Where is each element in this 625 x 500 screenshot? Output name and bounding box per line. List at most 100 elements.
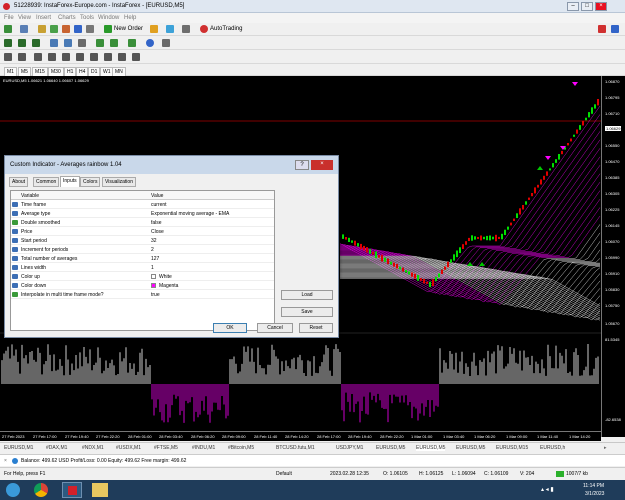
- search-icon[interactable]: [598, 25, 606, 33]
- chart-tab[interactable]: BTCUSD.futu,M1: [276, 445, 315, 451]
- input-value[interactable]: 32: [151, 238, 157, 244]
- menu-insert[interactable]: Insert: [36, 15, 51, 21]
- bar-chart-icon[interactable]: [4, 39, 12, 47]
- chart-tab[interactable]: #Bitcoin,M5: [228, 445, 254, 451]
- chart-tab[interactable]: EURUSD,M1: [4, 445, 33, 451]
- menu-help[interactable]: Help: [124, 15, 136, 21]
- input-row[interactable]: Average type Exponential moving average …: [11, 210, 274, 218]
- navigator-icon[interactable]: [62, 25, 70, 33]
- chart-tab[interactable]: EURUSD,h: [540, 445, 600, 451]
- chart-tab[interactable]: #INDU,M1: [192, 445, 215, 451]
- market-watch-icon[interactable]: [38, 25, 46, 33]
- zoom-in-icon[interactable]: [50, 39, 58, 47]
- input-row[interactable]: Double smoothed false: [11, 219, 274, 227]
- text-icon[interactable]: [104, 53, 112, 61]
- maximize-button[interactable]: □: [581, 2, 593, 11]
- crosshair-icon[interactable]: [18, 53, 26, 61]
- profiles-icon[interactable]: [20, 25, 28, 33]
- menu-tools[interactable]: Tools: [80, 15, 94, 21]
- input-value[interactable]: current: [151, 202, 167, 208]
- tab-common[interactable]: Common: [33, 177, 60, 187]
- signals-icon[interactable]: [166, 25, 174, 33]
- market-icon[interactable]: [182, 25, 190, 33]
- candlestick-icon[interactable]: [18, 39, 26, 47]
- cancel-button[interactable]: Cancel: [257, 323, 293, 333]
- chart-tab[interactable]: #DAX,M1: [46, 445, 67, 451]
- tabs-scroll-right-icon[interactable]: ▸: [604, 445, 607, 451]
- chart-tab-active[interactable]: EURUSD,M5: [416, 445, 446, 451]
- terminal-icon[interactable]: [74, 25, 82, 33]
- input-row[interactable]: Color up White: [11, 273, 274, 281]
- input-value[interactable]: 127: [151, 256, 159, 262]
- load-button[interactable]: Load: [281, 290, 333, 300]
- arrows-icon[interactable]: [132, 53, 140, 61]
- new-order-button[interactable]: New Order: [114, 26, 143, 32]
- indicators-icon[interactable]: [128, 39, 136, 47]
- input-row[interactable]: Start period 32: [11, 237, 274, 245]
- ok-button[interactable]: OK: [213, 323, 247, 333]
- tab-colors[interactable]: Colors: [80, 177, 101, 187]
- chrome-icon[interactable]: [34, 483, 48, 497]
- chart-tab[interactable]: EURUSD,M5: [456, 445, 485, 451]
- label-icon[interactable]: [118, 53, 126, 61]
- profile-name[interactable]: Default: [276, 471, 292, 477]
- start-icon[interactable]: [6, 483, 20, 497]
- menu-charts[interactable]: Charts: [58, 15, 76, 21]
- vertical-line-icon[interactable]: [34, 53, 42, 61]
- zoom-out-icon[interactable]: [64, 39, 72, 47]
- help-button[interactable]: ?: [295, 160, 309, 170]
- channel-icon[interactable]: [76, 53, 84, 61]
- new-chart-icon[interactable]: [4, 25, 12, 33]
- tab-inputs[interactable]: Inputs: [60, 176, 80, 187]
- input-row[interactable]: Increment for periods 2: [11, 246, 274, 254]
- line-chart-icon[interactable]: [32, 39, 40, 47]
- cursor-icon[interactable]: [4, 53, 12, 61]
- horizontal-line-icon[interactable]: [48, 53, 56, 61]
- chart-tab[interactable]: EURUSD,M15: [496, 445, 528, 451]
- periods-icon[interactable]: [146, 39, 154, 47]
- chart-tab[interactable]: #FTSE,M5: [154, 445, 178, 451]
- tray-icons[interactable]: ▴ ◂ ▮: [541, 486, 554, 493]
- metaeditor-icon[interactable]: [150, 25, 158, 33]
- color-down-swatch[interactable]: [151, 283, 156, 288]
- new-order-icon[interactable]: [104, 25, 112, 33]
- color-up-swatch[interactable]: [151, 274, 156, 279]
- input-row[interactable]: Total number of averages 127: [11, 255, 274, 263]
- chart-tab[interactable]: #NDX,M1: [82, 445, 104, 451]
- fibonacci-icon[interactable]: [90, 53, 98, 61]
- file-explorer-icon[interactable]: [92, 483, 108, 497]
- menu-file[interactable]: File: [4, 15, 14, 21]
- input-value[interactable]: true: [151, 292, 160, 298]
- input-value[interactable]: White: [159, 274, 172, 280]
- templates-icon[interactable]: [162, 39, 170, 47]
- input-value[interactable]: Magenta: [159, 283, 178, 289]
- menu-window[interactable]: Window: [98, 15, 119, 21]
- collapse-icon[interactable]: ×: [4, 458, 7, 464]
- input-value[interactable]: 1: [151, 265, 154, 271]
- chart-tab[interactable]: #USDX,M1: [116, 445, 141, 451]
- tab-visualization[interactable]: Visualization: [102, 177, 136, 187]
- chart-tab[interactable]: USDJPY,M1: [336, 445, 363, 451]
- input-value[interactable]: false: [151, 220, 162, 226]
- reset-button[interactable]: Reset: [299, 323, 333, 333]
- close-button[interactable]: ×: [595, 2, 607, 11]
- input-row[interactable]: Lines width 1: [11, 264, 274, 272]
- chart-tab[interactable]: EURUSD,M5: [376, 445, 405, 451]
- tab-about[interactable]: About: [9, 177, 29, 187]
- chart-shift-icon[interactable]: [110, 39, 118, 47]
- autotrading-button[interactable]: AutoTrading: [210, 26, 242, 32]
- tile-windows-icon[interactable]: [78, 39, 86, 47]
- input-row[interactable]: Time frame current: [11, 201, 274, 209]
- data-window-icon[interactable]: [50, 25, 58, 33]
- autoscroll-icon[interactable]: [96, 39, 104, 47]
- dialog-close-button[interactable]: ×: [311, 160, 333, 170]
- help-icon[interactable]: [611, 25, 619, 33]
- input-value[interactable]: Exponential moving average - EMA: [151, 211, 229, 217]
- input-value[interactable]: Close: [151, 229, 164, 235]
- minimize-button[interactable]: –: [567, 2, 579, 11]
- input-row[interactable]: Interpolate in multi time frame mode? tr…: [11, 291, 274, 299]
- autotrading-icon[interactable]: [200, 25, 208, 33]
- menu-view[interactable]: View: [18, 15, 31, 21]
- trendline-icon[interactable]: [62, 53, 70, 61]
- input-row[interactable]: Price Close: [11, 228, 274, 236]
